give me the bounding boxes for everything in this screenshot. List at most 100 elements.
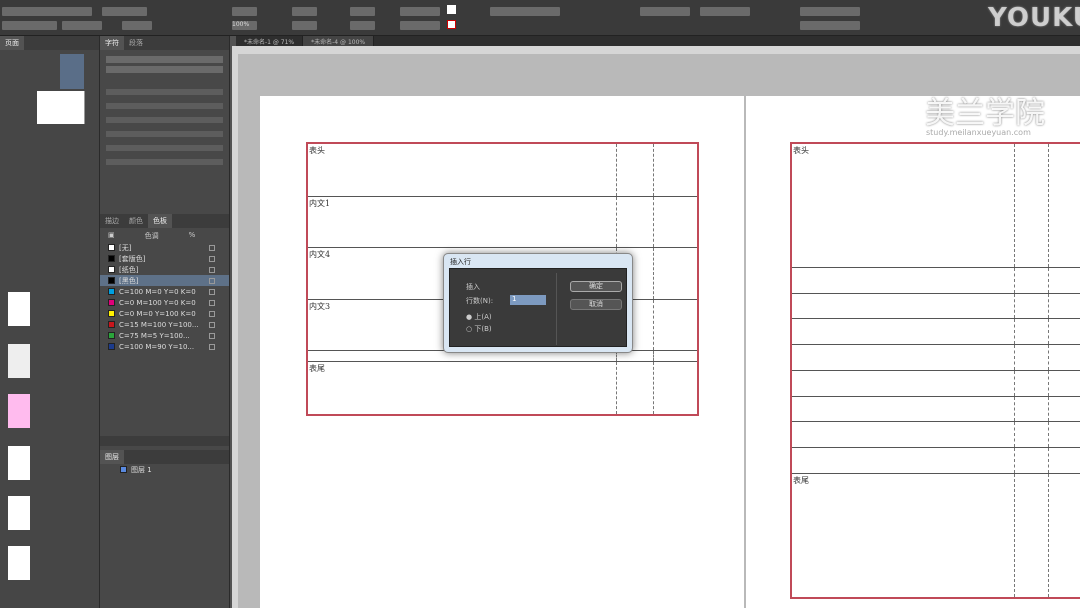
- table-cell[interactable]: [616, 361, 655, 416]
- fill-swatch-icon[interactable]: [447, 5, 456, 14]
- table-cell[interactable]: [1048, 473, 1080, 599]
- table-cell[interactable]: [1014, 318, 1050, 346]
- table-cell[interactable]: [1048, 293, 1080, 320]
- table-cell[interactable]: [1014, 447, 1050, 474]
- above-radio[interactable]: ● 上(A): [466, 312, 492, 322]
- table-row[interactable]: [791, 447, 1080, 474]
- table-row[interactable]: [791, 293, 1080, 320]
- page-thumb[interactable]: [8, 546, 30, 580]
- table-cell[interactable]: [1014, 143, 1050, 268]
- leading-field[interactable]: [62, 21, 102, 30]
- table-cell[interactable]: 表尾: [791, 473, 1015, 599]
- table-cell[interactable]: [1014, 421, 1050, 449]
- table-cell[interactable]: [653, 143, 698, 197]
- char-style-field[interactable]: [400, 21, 440, 30]
- doc-tab-active[interactable]: *未命名-4 @ 100%: [303, 36, 375, 46]
- table-cell[interactable]: [791, 318, 1015, 346]
- table-cell[interactable]: [616, 196, 655, 249]
- font-family-field[interactable]: [2, 7, 92, 16]
- table-row[interactable]: [791, 267, 1080, 294]
- table-cell[interactable]: [653, 196, 698, 249]
- page-thumb[interactable]: [8, 446, 30, 480]
- table-cell[interactable]: [1048, 447, 1080, 474]
- layers-tab[interactable]: 图层: [100, 450, 124, 464]
- table-cell[interactable]: [1048, 267, 1080, 294]
- table-row[interactable]: 表头: [307, 143, 698, 197]
- table-cell[interactable]: [1048, 421, 1080, 449]
- table-cell[interactable]: [1014, 370, 1050, 397]
- swatch-item[interactable]: [黑色]: [100, 275, 229, 286]
- swatch-item[interactable]: [无]: [100, 242, 229, 253]
- doc-tab[interactable]: *未命名-1 @ 71%: [236, 36, 304, 46]
- below-radio[interactable]: ○ 下(B): [466, 324, 492, 334]
- swatch-item[interactable]: C=0 M=0 Y=100 K=0: [100, 308, 229, 319]
- table-cell[interactable]: [791, 267, 1015, 294]
- master-page-thumb[interactable]: [60, 54, 84, 89]
- swatch-item[interactable]: [纸色]: [100, 264, 229, 275]
- rows-input[interactable]: 1: [510, 295, 546, 305]
- table-cell[interactable]: [653, 299, 698, 352]
- page-thumb[interactable]: [8, 292, 30, 326]
- para-tab[interactable]: 段落: [124, 36, 148, 50]
- table-cell[interactable]: [791, 344, 1015, 371]
- swatch-item[interactable]: C=100 M=0 Y=0 K=0: [100, 286, 229, 297]
- spacing-field[interactable]: [800, 7, 860, 16]
- layer-row[interactable]: 图层 1: [100, 464, 229, 475]
- table-cell[interactable]: [653, 361, 698, 416]
- table-cell[interactable]: [653, 350, 698, 363]
- vertical-scale-field[interactable]: [232, 7, 257, 16]
- table-row[interactable]: [791, 344, 1080, 371]
- table-cell[interactable]: [1014, 293, 1050, 320]
- table-cell[interactable]: [616, 143, 655, 197]
- paragraph-style-field[interactable]: [490, 7, 560, 16]
- char-tab[interactable]: 字符: [100, 36, 124, 50]
- table-cell[interactable]: [653, 247, 698, 300]
- cancel-button[interactable]: 取消: [570, 299, 622, 310]
- page-thumb[interactable]: [8, 496, 30, 530]
- table-cell[interactable]: [791, 421, 1015, 449]
- table-cell[interactable]: [1014, 396, 1050, 423]
- swatch-item[interactable]: C=15 M=100 Y=100...: [100, 319, 229, 330]
- language-field[interactable]: [400, 7, 440, 16]
- stroke-tab[interactable]: 描边: [100, 214, 124, 228]
- pages-tab[interactable]: 页面: [0, 36, 24, 50]
- table-row[interactable]: [791, 396, 1080, 423]
- page-thumb[interactable]: [8, 394, 30, 428]
- table-cell[interactable]: [1014, 267, 1050, 294]
- swatch-item[interactable]: C=0 M=100 Y=0 K=0: [100, 297, 229, 308]
- table-cell[interactable]: 表头: [791, 143, 1015, 268]
- tint-value[interactable]: %: [189, 231, 196, 239]
- color-tab[interactable]: 颜色: [124, 214, 148, 228]
- table-cell[interactable]: [1048, 396, 1080, 423]
- table-row[interactable]: 内文1: [307, 196, 698, 249]
- table-cell[interactable]: [1048, 143, 1080, 268]
- page-thumb[interactable]: [8, 344, 30, 378]
- tracking-field[interactable]: [292, 21, 317, 30]
- table-cell[interactable]: [791, 293, 1015, 320]
- rotate-field[interactable]: [350, 21, 375, 30]
- table-row[interactable]: [791, 370, 1080, 397]
- kerning-field[interactable]: [122, 21, 152, 30]
- indent-field-2[interactable]: [700, 7, 750, 16]
- right-table[interactable]: 表头 表尾: [790, 142, 1080, 599]
- swatch-item[interactable]: C=100 M=90 Y=10...: [100, 341, 229, 352]
- master-spread-thumb[interactable]: [37, 91, 85, 124]
- table-row[interactable]: [791, 318, 1080, 346]
- table-cell[interactable]: 表尾: [307, 361, 617, 416]
- table-cell[interactable]: 表头: [307, 143, 617, 197]
- baseline-field[interactable]: [292, 7, 317, 16]
- skew-field[interactable]: [350, 7, 375, 16]
- font-size-field[interactable]: [2, 21, 57, 30]
- spacing-field-2[interactable]: [800, 21, 860, 30]
- table-cell[interactable]: 内文1: [307, 196, 617, 249]
- table-cell[interactable]: [1014, 473, 1050, 599]
- swatch-item[interactable]: [套版色]: [100, 253, 229, 264]
- table-row[interactable]: 表头: [791, 143, 1080, 268]
- table-row[interactable]: [791, 421, 1080, 449]
- fill-stroke-icon[interactable]: ▣: [108, 231, 115, 239]
- swatch-item[interactable]: C=75 M=5 Y=100...: [100, 330, 229, 341]
- table-cell[interactable]: [1048, 344, 1080, 371]
- table-cell[interactable]: [791, 370, 1015, 397]
- table-cell[interactable]: [791, 396, 1015, 423]
- table-cell[interactable]: [1048, 370, 1080, 397]
